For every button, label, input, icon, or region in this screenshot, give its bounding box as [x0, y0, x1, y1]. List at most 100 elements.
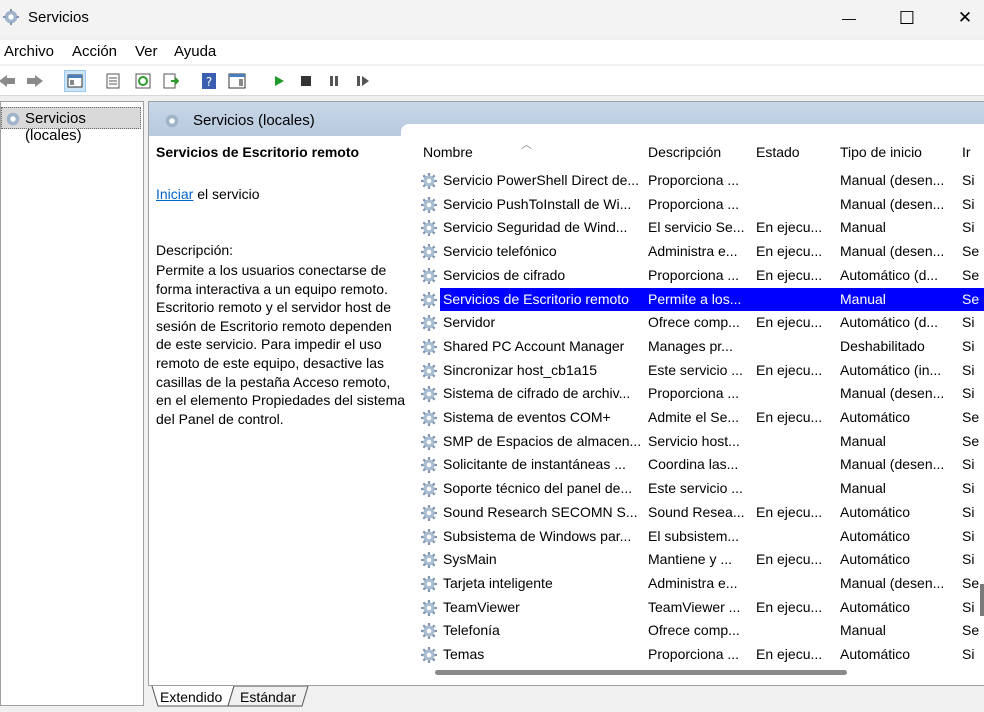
tab-estandar[interactable]: Estándar [240, 686, 296, 708]
console-tree: Servicios (locales) [0, 101, 144, 706]
menu-accion[interactable]: Acción [72, 43, 117, 60]
service-startup-type: Manual [840, 432, 886, 449]
table-row[interactable]: Telefonía Ofrece comp... Manual Se [415, 619, 984, 643]
service-name: Sincronizar host_cb1a15 [443, 361, 598, 378]
service-status: En ejecu... [756, 551, 823, 568]
menu-ayuda[interactable]: Ayuda [174, 43, 216, 60]
resume-service-button[interactable] [352, 70, 374, 92]
horizontal-scrollbar[interactable] [415, 667, 984, 677]
table-row[interactable]: Solicitante de instantáneas ... Coordina … [415, 453, 984, 477]
service-name: Servicio PushToInstall de Wi... [443, 195, 632, 212]
properties-sheet-icon [106, 73, 120, 89]
service-logon: Si [962, 385, 975, 402]
service-gear-icon [421, 647, 437, 663]
services-gear-icon [6, 112, 20, 126]
service-description: Proporciona ... [648, 266, 740, 283]
service-name: Telefonía [443, 622, 500, 639]
show-action-pane-button[interactable] [226, 70, 248, 92]
table-row[interactable]: Sound Research SECOMN S... Sound Resea...… [415, 501, 984, 525]
table-row[interactable]: SMP de Espacios de almacen... Servicio ho… [415, 430, 984, 454]
service-gear-icon [421, 362, 437, 379]
table-row[interactable]: Subsistema de Windows par... El subsistem… [415, 525, 984, 549]
service-status: En ejecu... [756, 409, 823, 425]
properties-button[interactable] [102, 70, 124, 92]
column-header-status[interactable]: Estado [756, 144, 800, 160]
column-header-logon[interactable]: Ir [962, 144, 971, 160]
service-action: Iniciar el servicio [156, 186, 260, 202]
table-row[interactable]: Sistema de eventos COM+ Admite el Se... En… [415, 406, 984, 430]
table-row[interactable]: Soporte técnico del panel de... Este serv… [415, 477, 984, 501]
maximize-button[interactable]: ☐ [878, 0, 936, 36]
minimize-icon: — [842, 10, 856, 26]
table-row[interactable]: Servidor Ofrece comp... En ejecu... Automát… [415, 311, 984, 335]
back-button[interactable] [0, 70, 18, 92]
service-description: Proporciona ... [648, 646, 740, 662]
window-title: Servicios [28, 9, 89, 26]
service-name: Shared PC Account Manager [443, 337, 625, 354]
play-icon [275, 76, 284, 86]
service-gear-icon [421, 623, 437, 640]
table-row[interactable]: Sincronizar host_cb1a15 Este servicio ...… [415, 359, 984, 383]
service-logon: Si [962, 314, 975, 331]
table-row[interactable]: TeamViewer TeamViewer ... En ejecu... Autom… [415, 596, 984, 620]
service-logon: Si [962, 337, 975, 354]
description-label: Descripción: [156, 242, 234, 258]
table-row[interactable]: Sistema de cifrado de archiv... Proporcio… [415, 382, 984, 406]
help-icon: ? [202, 73, 216, 89]
service-gear-icon [421, 433, 437, 450]
description-text: Permite a los usuarios conectarse de for… [156, 262, 406, 427]
table-row[interactable]: Temas Proporciona ... En ejecu... Automátic… [415, 643, 984, 667]
table-row[interactable]: Servicio PowerShell Direct de... Proporci… [415, 169, 984, 193]
minimize-button[interactable]: — [820, 0, 878, 36]
tab-extendido[interactable]: Extendido [160, 686, 222, 708]
column-header-description[interactable]: Descripción [648, 144, 721, 160]
table-row-selected[interactable]: Servicios de Escritorio remoto Permite a … [415, 287, 984, 312]
stop-service-button[interactable] [295, 70, 317, 92]
service-description: Ofrece comp... [648, 314, 740, 331]
view-tabs: Extendido Estándar [148, 686, 984, 708]
help-button[interactable]: ? [198, 70, 220, 92]
vertical-scroll-thumb[interactable] [980, 584, 984, 616]
column-header-name[interactable]: Nombre [423, 144, 473, 160]
tree-item-services-local[interactable]: Servicios (locales) [1, 107, 141, 144]
forward-button[interactable] [24, 70, 46, 92]
service-name: SMP de Espacios de almacen... [443, 432, 642, 449]
table-row[interactable]: Servicio PushToInstall de Wi... Proporcio… [415, 193, 984, 217]
stop-icon [301, 76, 311, 86]
table-row[interactable]: Servicio telefónico Administra e... En eje… [415, 240, 984, 264]
table-row[interactable]: Servicios de cifrado Proporciona ... En ej… [415, 264, 984, 288]
table-row[interactable]: Tarjeta inteligente Administra e... Manual… [415, 572, 984, 596]
column-header-startup-type[interactable]: Tipo de inicio [840, 144, 922, 160]
service-startup-type: Automático (in... [840, 361, 942, 378]
start-service-link[interactable]: Iniciar [156, 186, 193, 202]
table-row[interactable]: SysMain Mantiene y ... En ejecu... Automáti… [415, 548, 984, 572]
export-list-button[interactable] [160, 70, 182, 92]
services-list: ︿ Nombre Descripción Estado Tipo de inic… [415, 136, 984, 676]
pause-service-button[interactable] [323, 70, 345, 92]
menu-ver[interactable]: Ver [135, 43, 158, 60]
close-icon: ✕ [957, 8, 973, 27]
service-logon: Si [962, 219, 975, 236]
service-description: Mantiene y ... [648, 551, 733, 568]
horizontal-scroll-thumb[interactable] [435, 670, 847, 675]
service-logon: Si [962, 195, 975, 212]
close-button[interactable]: ✕ [936, 0, 984, 36]
service-gear-icon [421, 196, 437, 213]
refresh-button[interactable] [132, 70, 154, 92]
service-logon: Se [962, 622, 980, 639]
service-name: Solicitante de instantáneas ... [443, 456, 626, 473]
service-gear-icon [421, 267, 437, 284]
menu-archivo[interactable]: Archivo [4, 43, 54, 60]
forward-arrow-icon [27, 75, 43, 87]
service-action-text: el servicio [193, 186, 260, 202]
service-name: TeamViewer [443, 598, 520, 615]
show-console-tree-button[interactable] [64, 70, 86, 92]
table-row[interactable]: Shared PC Account Manager Manages pr... De… [415, 335, 984, 359]
table-row[interactable]: Servicio Seguridad de Wind... El servicio… [415, 216, 984, 240]
start-service-button[interactable] [268, 70, 290, 92]
service-name: Tarjeta inteligente [443, 574, 553, 591]
service-gear-icon [421, 575, 437, 592]
refresh-icon [135, 73, 151, 89]
service-startup-type: Manual (desen... [840, 574, 945, 591]
service-gear-icon [421, 386, 437, 403]
